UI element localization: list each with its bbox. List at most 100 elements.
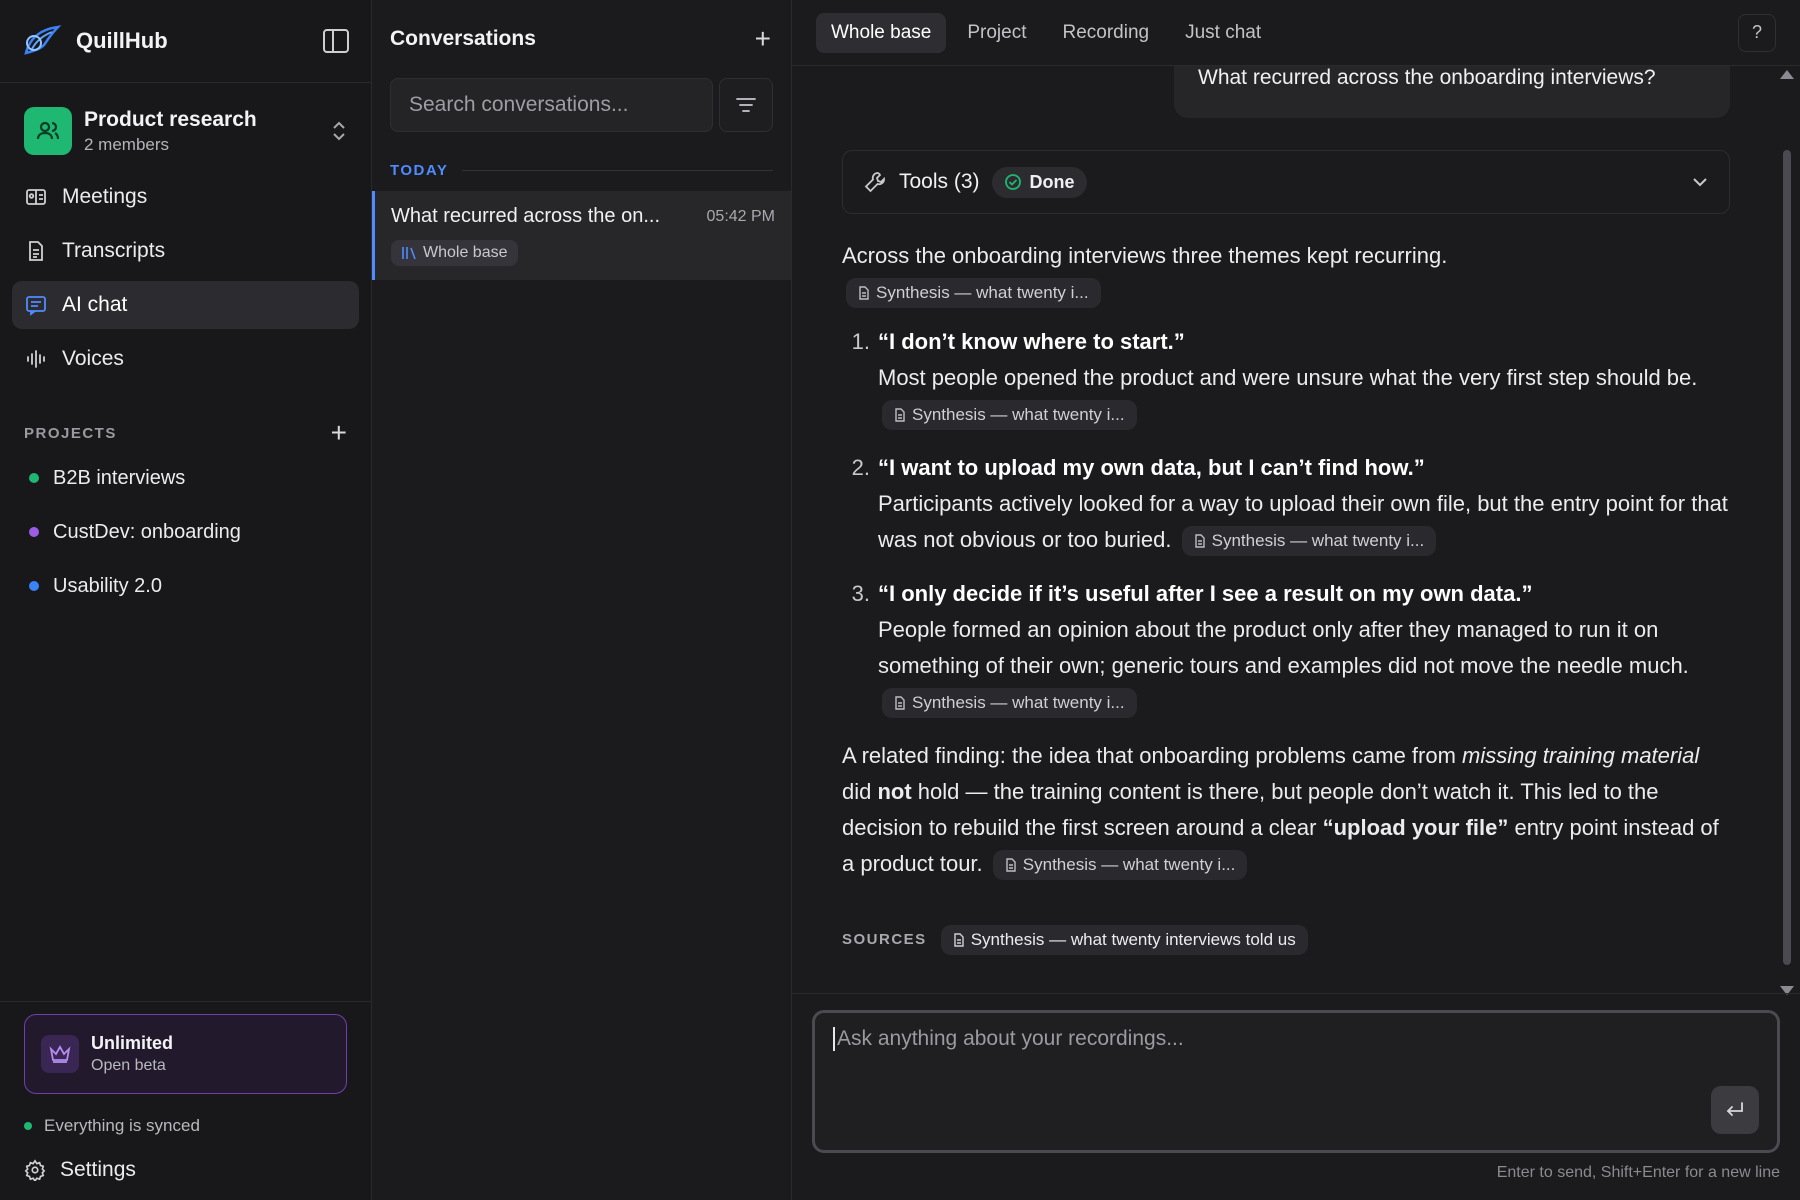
filter-icon[interactable]	[719, 78, 773, 132]
waveform-icon	[24, 347, 48, 371]
finding-emphasis: missing training material	[1462, 743, 1700, 768]
scroll-thumb[interactable]	[1783, 150, 1791, 965]
doc-icon	[953, 933, 964, 947]
nav-label: AI chat	[62, 293, 128, 316]
answer-intro: Across the onboarding interviews three t…	[842, 243, 1448, 268]
workspace-switcher[interactable]: Product research 2 members	[0, 83, 371, 173]
source-label: Synthesis — what twenty interviews told …	[970, 930, 1296, 949]
citation-chip[interactable]: Synthesis — what twenty i...	[882, 688, 1137, 719]
theme-title: “I only decide if it’s useful after I se…	[878, 581, 1533, 606]
tab-just-chat[interactable]: Just chat	[1170, 13, 1276, 53]
add-project-icon[interactable]: +	[331, 419, 347, 447]
list-number: 3.	[851, 581, 870, 606]
workspace-name: Product research	[84, 107, 257, 131]
finding-strong: not	[877, 779, 912, 804]
scroll-up-arrow-icon[interactable]	[1780, 70, 1794, 79]
nav-label: Transcripts	[62, 239, 166, 262]
list-item: 2. “I want to upload my own data, but I …	[842, 450, 1730, 558]
document-icon	[24, 239, 48, 263]
nav-item-voices[interactable]: Voices	[12, 335, 359, 383]
main-nav: Meetings Transcripts AI chat Voices	[0, 173, 371, 389]
enter-icon	[1726, 1102, 1743, 1116]
citation-label: Synthesis — what twenty i...	[1211, 531, 1425, 551]
workspace-members: 2 members	[84, 134, 170, 154]
sidebar: QuillHub Product research 2 members Meet…	[0, 0, 372, 1200]
user-message: What recurred across the onboarding inte…	[1174, 66, 1730, 118]
projects-label: PROJECTS	[24, 424, 117, 442]
finding-text: A related finding: the idea that onboard…	[842, 743, 1463, 768]
tab-project[interactable]: Project	[952, 13, 1041, 53]
message-input[interactable]: Ask anything about your recordings...	[812, 1010, 1780, 1153]
theme-title: “I want to upload my own data, but I can…	[878, 455, 1425, 480]
search-conversations-input[interactable]: Search conversations...	[390, 78, 713, 132]
related-finding: A related finding: the idea that onboard…	[842, 738, 1730, 882]
chat-icon	[24, 293, 48, 317]
nav-label: Voices	[62, 347, 124, 370]
project-item-b2b[interactable]: B2B interviews	[0, 451, 371, 505]
project-dot	[29, 473, 39, 483]
brand-header: QuillHub	[0, 0, 371, 83]
citation-label: Synthesis — what twenty i...	[912, 693, 1125, 713]
app-root: QuillHub Product research 2 members Meet…	[0, 0, 1800, 1200]
projects-header: PROJECTS +	[0, 419, 371, 447]
project-item-usability[interactable]: Usability 2.0	[0, 559, 371, 613]
check-circle-icon	[1004, 174, 1021, 190]
assistant-answer: Across the onboarding interviews three t…	[842, 238, 1730, 958]
list-number: 2.	[851, 455, 870, 480]
nav-label: Meetings	[62, 185, 148, 208]
conversations-panel: Conversations + Search conversations... …	[372, 0, 792, 1200]
conversations-title: Conversations	[390, 27, 536, 50]
doc-icon	[859, 286, 869, 300]
plan-subtitle: Open beta	[91, 1057, 166, 1074]
nav-item-transcripts[interactable]: Transcripts	[12, 227, 359, 275]
plan-card[interactable]: Unlimited Open beta	[24, 1014, 347, 1094]
tools-label: Tools (3)	[899, 170, 980, 193]
sync-dot-icon	[24, 1122, 32, 1130]
nav-item-meetings[interactable]: Meetings	[12, 173, 359, 221]
citation-chip[interactable]: Synthesis — what twenty i...	[846, 278, 1101, 309]
divider	[462, 170, 773, 171]
text-cursor	[833, 1027, 835, 1052]
group-label: TODAY	[390, 162, 449, 179]
nav-item-ai-chat[interactable]: AI chat	[12, 281, 359, 329]
composer-area: Ask anything about your recordings... En…	[792, 993, 1800, 1200]
chevron-updown-icon[interactable]	[331, 119, 347, 143]
library-icon	[402, 247, 416, 260]
citation-label: Synthesis — what twenty i...	[1022, 855, 1236, 875]
citation-chip[interactable]: Synthesis — what twenty i...	[1181, 526, 1437, 557]
chat-thread: What recurred across the onboarding inte…	[792, 66, 1780, 993]
settings-label: Settings	[60, 1158, 136, 1181]
tab-whole-base[interactable]: Whole base	[816, 12, 947, 53]
plan-title: Unlimited	[91, 1033, 174, 1053]
project-dot	[29, 527, 39, 537]
tab-recording[interactable]: Recording	[1047, 13, 1164, 53]
chat-scrollbar[interactable]	[1780, 70, 1794, 995]
project-label: B2B interviews	[53, 466, 186, 489]
meetings-icon	[24, 185, 48, 209]
new-conversation-icon[interactable]: +	[755, 25, 771, 53]
chat-main: Whole base Project Recording Just chat ?…	[792, 0, 1800, 1200]
help-button[interactable]: ?	[1738, 13, 1776, 52]
sidebar-toggle-icon[interactable]	[323, 29, 349, 53]
chevron-down-icon[interactable]	[1691, 176, 1709, 188]
quillhub-logo-icon	[24, 25, 62, 55]
composer-hint: Enter to send, Shift+Enter for a new lin…	[1496, 1164, 1780, 1181]
settings-button[interactable]: Settings	[24, 1158, 347, 1182]
conversation-item[interactable]: What recurred across the on... 05:42 PM …	[372, 191, 791, 280]
finding-text: did	[842, 779, 878, 804]
crown-icon	[41, 1035, 79, 1073]
conversation-title: What recurred across the on...	[391, 205, 661, 227]
project-item-custdev[interactable]: CustDev: onboarding	[0, 505, 371, 559]
source-chip[interactable]: Synthesis — what twenty interviews told …	[940, 925, 1308, 955]
citation-label: Synthesis — what twenty i...	[876, 283, 1089, 303]
doc-icon	[895, 696, 905, 710]
sync-label: Everything is synced	[44, 1116, 200, 1135]
projects-list: B2B interviews CustDev: onboarding Usabi…	[0, 451, 371, 613]
tools-summary[interactable]: Tools (3) Done	[842, 150, 1730, 214]
citation-chip[interactable]: Synthesis — what twenty i...	[882, 400, 1137, 431]
sync-status: Everything is synced	[24, 1116, 347, 1136]
citation-chip[interactable]: Synthesis — what twenty i...	[992, 850, 1248, 881]
send-button[interactable]	[1711, 1086, 1759, 1134]
project-label: Usability 2.0	[53, 574, 162, 597]
conversation-scope-tag: Whole base	[391, 240, 518, 266]
